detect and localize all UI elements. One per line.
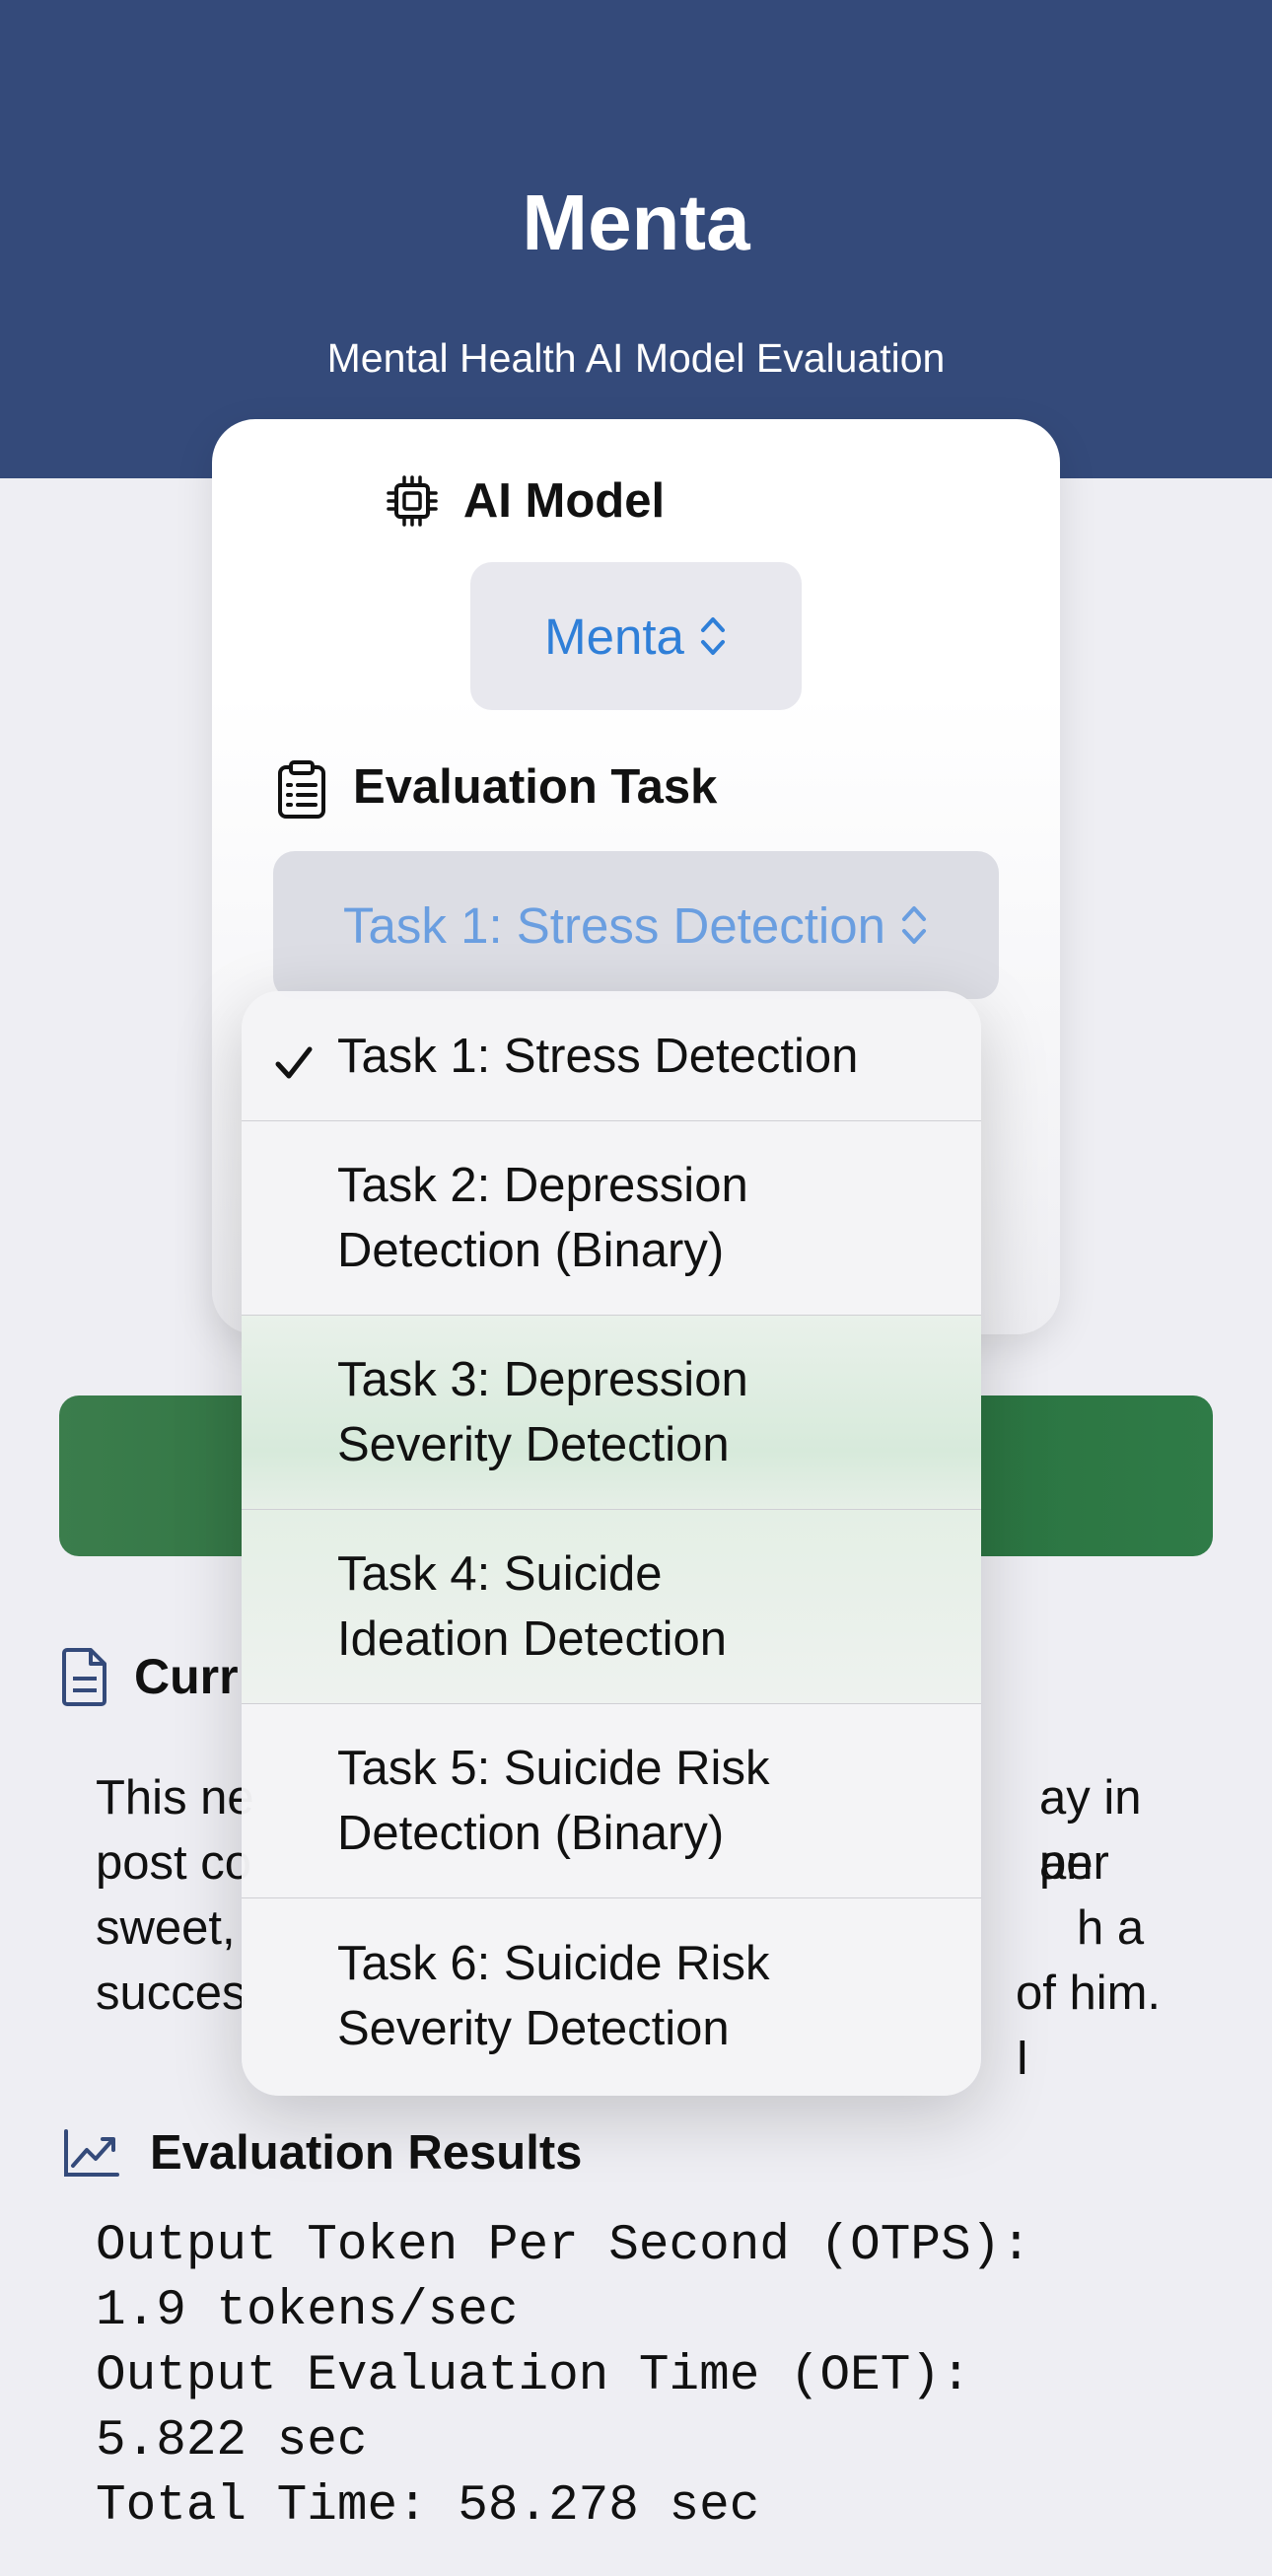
clipboard-list-icon: [274, 759, 329, 819]
menu-item-task-4[interactable]: Task 4: Suicide Ideation Detection: [242, 1510, 981, 1704]
task-picker[interactable]: Task 1: Stress Detection: [273, 851, 999, 999]
post-line-left: post co: [96, 1836, 251, 1890]
app-title: Menta: [522, 179, 750, 266]
cpu-chip-icon: [385, 473, 440, 529]
menu-item-label: Task 5: Suicide Risk Detection (Binary): [337, 1742, 770, 1860]
menu-item-label: Task 2: Depression Detection (Binary): [337, 1159, 748, 1277]
menu-item-task-2[interactable]: Task 2: Depression Detection (Binary): [242, 1121, 981, 1316]
menu-item-label: Task 1: Stress Detection: [337, 1029, 859, 1083]
post-line-left: sweet,: [96, 1901, 236, 1955]
results-line: 1.9 tokens/sec: [96, 2283, 519, 2339]
ai-model-heading: AI Model: [258, 473, 791, 529]
menu-item-task-1[interactable]: Task 1: Stress Detection: [242, 991, 981, 1121]
post-line-right: h a: [1077, 1901, 1145, 1955]
chart-line-icon: [63, 2128, 120, 2178]
chevron-up-down-icon: [899, 900, 929, 950]
app-screen: Menta Mental Health AI Model Evaluation …: [0, 0, 1272, 2576]
post-line-left: succes: [96, 1967, 247, 2020]
checkmark-icon: [273, 1036, 315, 1078]
evaluation-task-heading-text: Evaluation Task: [353, 760, 718, 814]
results-heading-text: Evaluation Results: [150, 2126, 583, 2180]
chevron-up-down-icon: [698, 611, 728, 661]
task-picker-value: Task 1: Stress Detection: [343, 896, 885, 954]
menu-item-label: Task 3: Depression Severity Detection: [337, 1353, 748, 1471]
document-icon: [61, 1647, 108, 1706]
results-line: 5.822 sec: [96, 2413, 368, 2469]
menu-item-label: Task 6: Suicide Risk Severity Detection: [337, 1936, 770, 2055]
menu-item-label: Task 4: Suicide Ideation Detection: [337, 1547, 727, 1666]
results-line: Output Evaluation Time (OET):: [96, 2348, 971, 2404]
menu-item-task-3[interactable]: Task 3: Depression Severity Detection: [242, 1316, 981, 1510]
task-dropdown-menu: Task 1: Stress Detection Task 2: Depress…: [242, 991, 981, 2096]
model-picker[interactable]: Menta: [470, 562, 802, 710]
ai-model-heading-text: AI Model: [462, 474, 666, 528]
post-line-left: This ne: [96, 1771, 254, 1825]
model-picker-value: Menta: [544, 608, 684, 665]
header: Menta Mental Health AI Model Evaluation: [0, 0, 1272, 478]
results-output: Output Token Per Second (OTPS): 1.9 toke…: [96, 2214, 1180, 2520]
current-post-heading-text: Curr: [134, 1649, 239, 1704]
results-heading: Evaluation Results: [63, 2125, 582, 2181]
evaluation-task-heading: Evaluation Task: [274, 759, 718, 819]
current-post-heading: Curr: [61, 1647, 239, 1706]
results-line: Total Time: 58.278 sec: [96, 2478, 760, 2520]
post-line-right: per: [1039, 1836, 1109, 1890]
app-subtitle: Mental Health AI Model Evaluation: [326, 335, 946, 381]
post-line-right: of him. I: [1016, 1967, 1162, 2085]
menu-item-task-6[interactable]: Task 6: Suicide Risk Severity Detection: [242, 1898, 981, 2093]
menu-item-task-5[interactable]: Task 5: Suicide Risk Detection (Binary): [242, 1704, 981, 1898]
results-line: Output Token Per Second (OTPS):: [96, 2218, 1031, 2274]
